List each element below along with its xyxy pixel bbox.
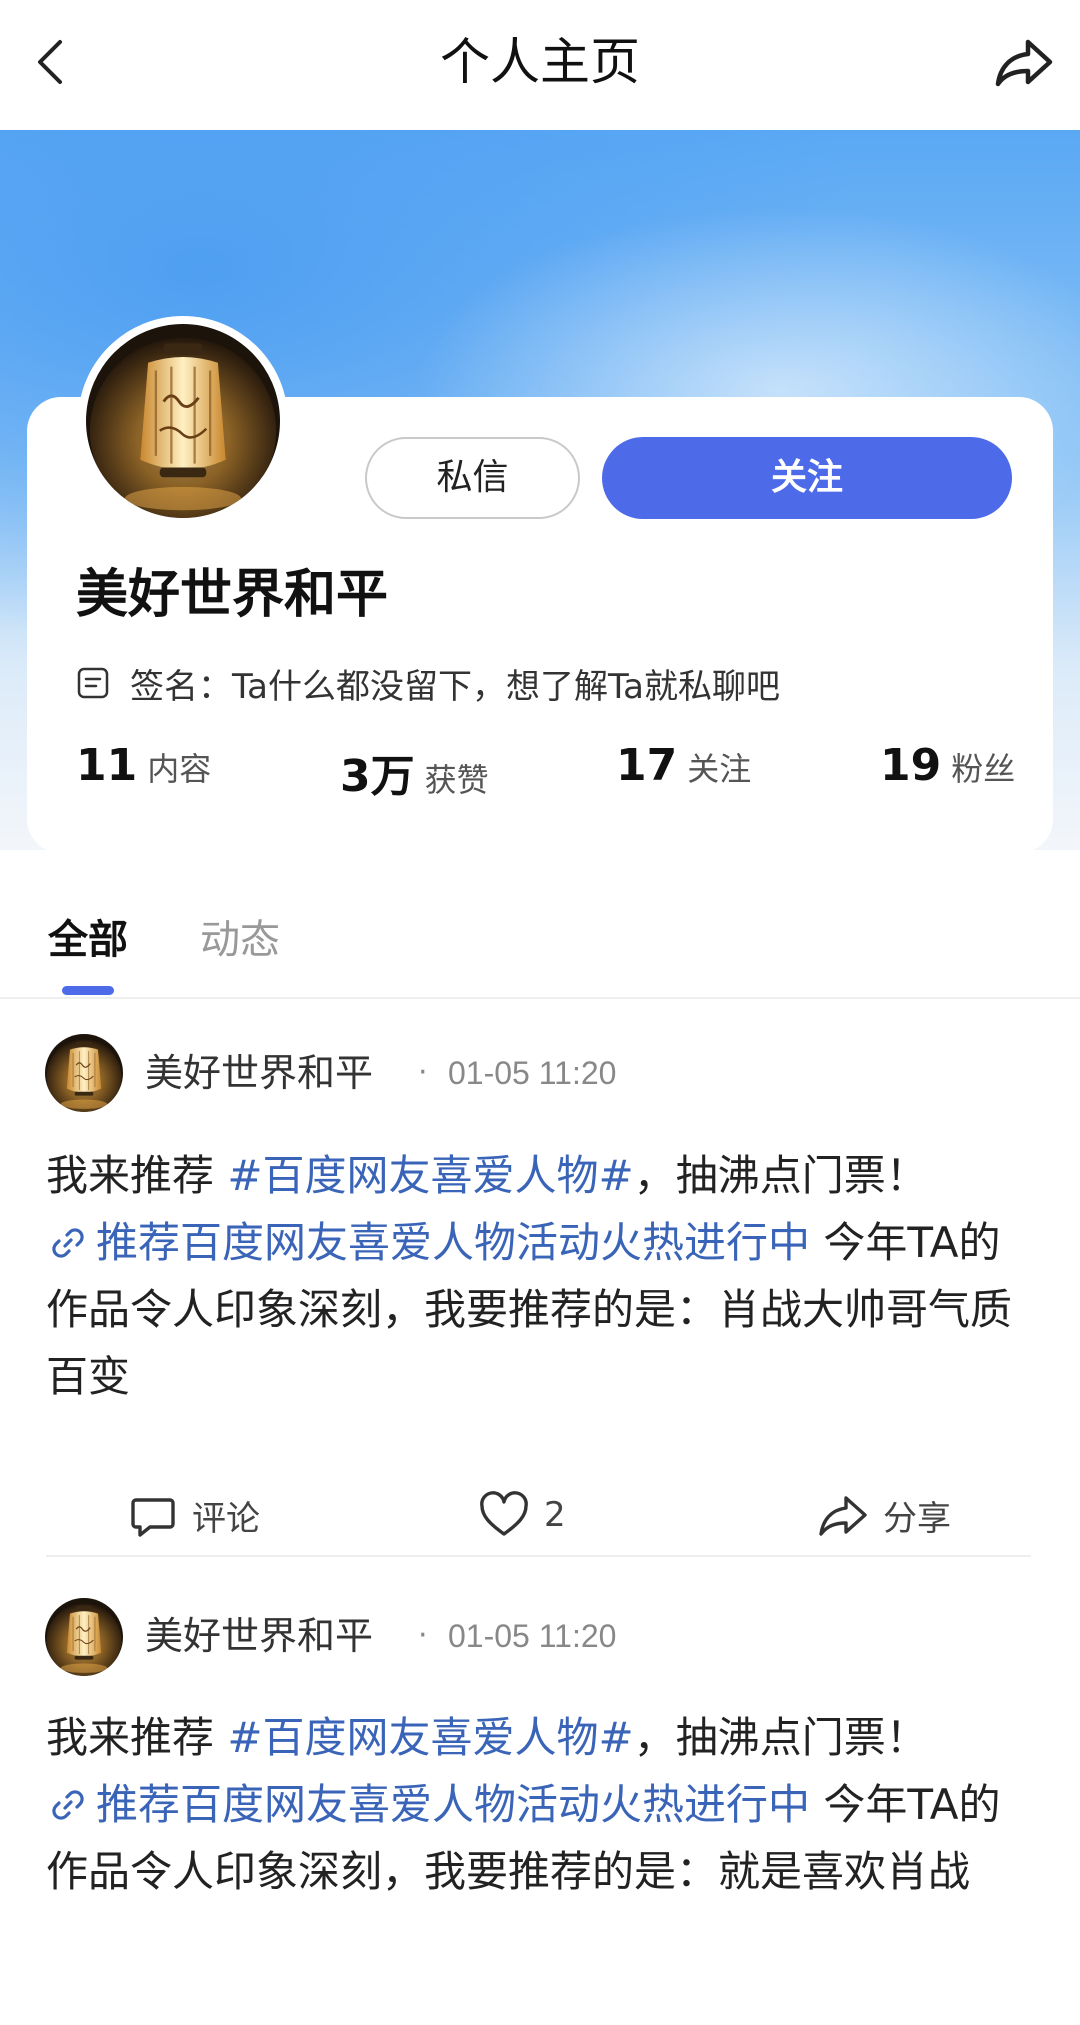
share-icon [819, 1496, 867, 1536]
avatar[interactable] [78, 316, 288, 526]
share-label: 分享 [883, 1498, 951, 1539]
page-title: 个人主页 [440, 33, 640, 91]
like-button[interactable]: 2 [478, 1480, 566, 1550]
share-post-button[interactable]: 分享 [815, 1480, 951, 1550]
stat-value: 17 [616, 740, 678, 791]
stat-label: 关注 [687, 750, 752, 788]
post-time: 01-05 11:20 [448, 1055, 617, 1091]
stat-value: 11 [76, 740, 138, 791]
private-message-button[interactable]: 私信 [365, 437, 580, 519]
post-separator: · [418, 1618, 428, 1653]
top-bar: 个人主页 [0, 0, 1080, 130]
profile-stats: 11 内容 3万 获赞 17 关注 19 粉丝 [76, 740, 1016, 806]
tab-all[interactable]: 全部 [48, 910, 128, 970]
post-divider [46, 1555, 1031, 1557]
post-text: 我来推荐 [46, 1151, 228, 1200]
tab-divider [0, 997, 1080, 999]
signature: 签名：Ta什么都没留下，想了解Ta就私聊吧 [76, 655, 780, 711]
comment-icon [131, 1498, 175, 1537]
tab-active-indicator [62, 986, 114, 995]
stat-likes[interactable]: 3万 获赞 [340, 740, 489, 804]
post-avatar[interactable] [45, 1034, 123, 1112]
post-text: ，抽沸点门票！ [633, 1713, 928, 1762]
comment-label: 评论 [192, 1498, 260, 1539]
post-separator: · [418, 1055, 428, 1090]
link-icon [52, 1228, 84, 1258]
stat-label: 粉丝 [951, 750, 1016, 788]
hashtag-link[interactable]: #百度网友喜爱人物# [227, 1151, 633, 1200]
stat-label: 获赞 [424, 761, 489, 799]
heart-icon [480, 1491, 528, 1536]
share-button[interactable] [988, 30, 1060, 94]
post-author[interactable]: 美好世界和平 [145, 1043, 373, 1103]
like-count: 2 [544, 1495, 566, 1535]
link-icon [52, 1790, 84, 1820]
post-text: 我来推荐 [46, 1713, 228, 1762]
lantern-avatar-image [86, 324, 280, 518]
stat-content[interactable]: 11 内容 [76, 740, 211, 791]
profile-nickname: 美好世界和平 [76, 565, 389, 625]
hashtag-link[interactable]: #百度网友喜爱人物# [227, 1713, 633, 1762]
post-time: 01-05 11:20 [448, 1618, 617, 1654]
share-icon [995, 39, 1053, 87]
stat-value: 3万 [340, 751, 415, 802]
post-body[interactable]: 我来推荐 #百度网友喜爱人物#，抽沸点门票！ 推荐百度网友喜爱人物活动火热进行中… [46, 1142, 1036, 1410]
stat-following[interactable]: 17 关注 [616, 740, 751, 791]
note-icon [77, 667, 109, 699]
stat-label: 内容 [147, 750, 212, 788]
tab-dynamic[interactable]: 动态 [200, 910, 280, 970]
post-avatar[interactable] [45, 1598, 123, 1676]
activity-link[interactable]: 推荐百度网友喜爱人物活动火热进行中 [96, 1218, 810, 1267]
post-text: ，抽沸点门票！ [633, 1151, 928, 1200]
follow-button[interactable]: 关注 [602, 437, 1012, 519]
stat-followers[interactable]: 19 粉丝 [880, 740, 1015, 791]
post-body[interactable]: 我来推荐 #百度网友喜爱人物#，抽沸点门票！ 推荐百度网友喜爱人物活动火热进行中… [46, 1704, 1036, 1905]
post-actions: 评论 2 分享 [0, 1480, 1080, 1550]
stat-value: 19 [880, 740, 942, 791]
activity-link[interactable]: 推荐百度网友喜爱人物活动火热进行中 [96, 1780, 810, 1829]
comment-button[interactable]: 评论 [128, 1480, 260, 1550]
post-author[interactable]: 美好世界和平 [145, 1606, 373, 1666]
signature-text: 签名：Ta什么都没留下，想了解Ta就私聊吧 [130, 666, 780, 707]
